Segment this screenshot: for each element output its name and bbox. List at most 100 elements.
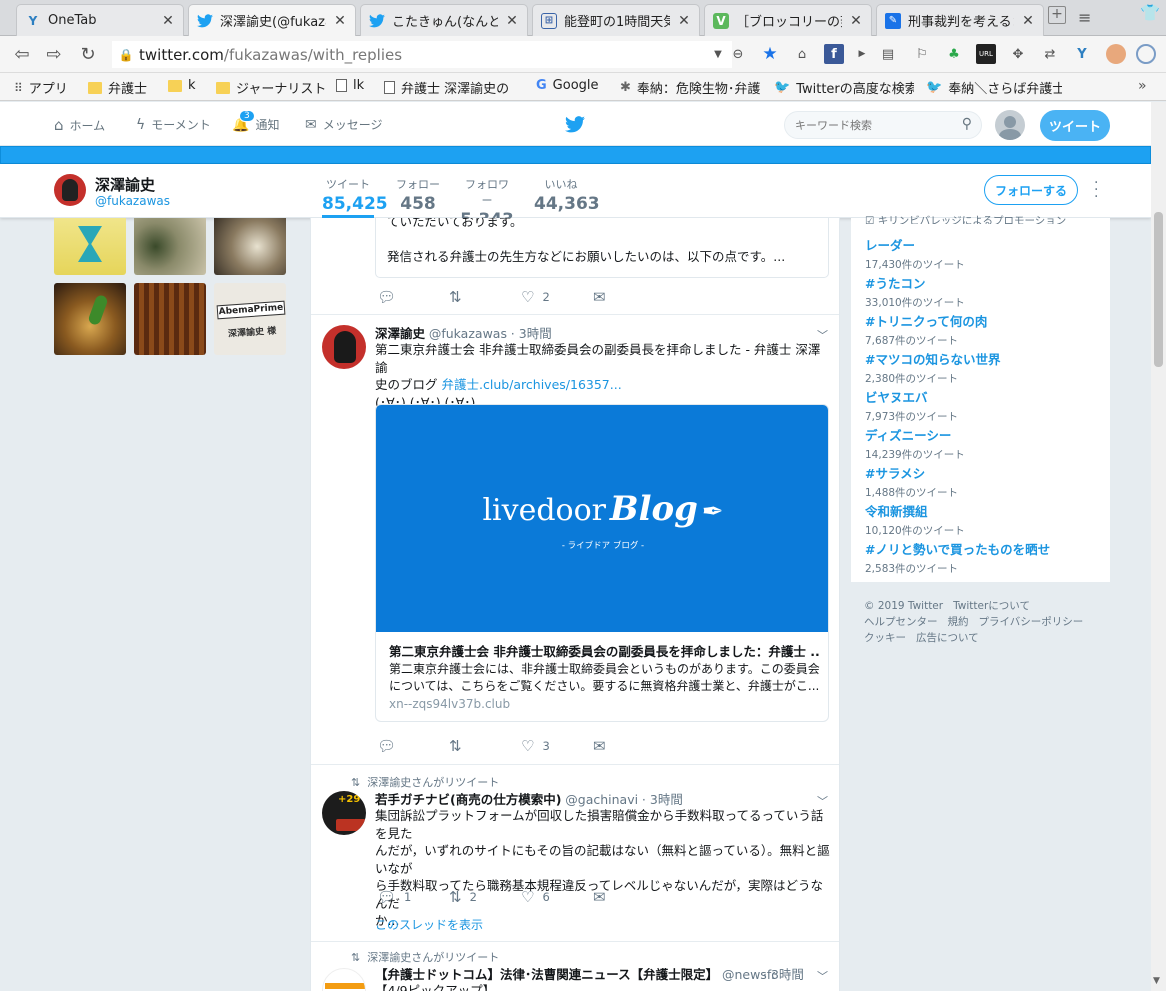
profile-name[interactable]: 深澤諭史 <box>95 174 155 195</box>
close-tab-icon[interactable]: ✕ <box>677 13 691 29</box>
trend-item[interactable]: #サラメシ 1,488件のツイート <box>865 463 958 500</box>
move-icon[interactable]: ✥ <box>1008 44 1028 64</box>
nav-home[interactable]: ⌂ ホーム <box>54 116 105 134</box>
bookmark-goodbye-lawyer[interactable]: 🐦 奉納＼さらば弁護士 <box>926 78 1062 97</box>
extension-icon[interactable]: ▤ <box>878 44 898 64</box>
search-input[interactable] <box>785 112 945 138</box>
nav-notifications[interactable]: 🔔 3 通知 <box>232 109 279 133</box>
footer-link[interactable]: プライバシーポリシー <box>979 616 1084 628</box>
tweet-item[interactable]: 深澤諭史 @fukazawas · 3時間 ﹀ 第二東京弁護士会 非弁護士取締委… <box>311 315 839 765</box>
url-shortener-icon[interactable]: URL <box>976 44 996 64</box>
message-action[interactable]: ✉ <box>593 288 665 306</box>
photo-thumbnail[interactable] <box>134 218 206 275</box>
reply-action[interactable]: 💬︎ <box>377 737 449 755</box>
reply-action[interactable]: 💬︎ 1 <box>377 888 449 906</box>
trend-item[interactable]: ディズニーシー 14,239件のツイート <box>865 425 965 462</box>
bookmark-fukazawa-blog[interactable]: 弁護士 深澤諭史の <box>384 78 520 97</box>
close-tab-icon[interactable]: ✕ <box>505 13 519 29</box>
like-action[interactable]: ♡ 6 <box>521 888 593 906</box>
bookmark-folder-k[interactable]: k <box>168 78 196 93</box>
shuffle-icon[interactable]: ⇄ <box>1040 44 1060 64</box>
tweet-timestamp[interactable]: · 3時間 <box>642 792 683 807</box>
photo-thumbnail[interactable]: AbemaPrime 深澤諭史 様 <box>214 283 286 355</box>
tweet-author-name[interactable]: 深澤諭史 <box>375 326 425 341</box>
footer-link[interactable]: クッキー <box>864 632 906 644</box>
retweet-action[interactable]: ⇅ <box>449 288 521 306</box>
retweet-label[interactable]: 深澤諭史さんがリツイート <box>367 776 499 789</box>
stat-following[interactable]: フォロー 458 <box>396 176 440 214</box>
browser-tab-weather[interactable]: ⊞ 能登町の1時間天気 ✕ <box>532 4 700 36</box>
shirt-icon[interactable]: 👕 <box>1140 3 1160 22</box>
browser-tab-broccoli[interactable]: V ［ブロッコリーの茹で ✕ <box>704 4 872 36</box>
user-avatar[interactable] <box>995 110 1025 140</box>
bookmark-lk[interactable]: lk <box>336 78 364 93</box>
like-action[interactable]: ♡ 2 <box>521 288 593 306</box>
show-thread-link[interactable]: このスレッドを表示 <box>375 916 483 933</box>
search-icon[interactable]: ⚲ <box>962 116 972 132</box>
retweet-label[interactable]: 深澤諭史さんがリツイート <box>367 951 499 964</box>
photo-thumbnail[interactable] <box>54 283 126 355</box>
url-field[interactable]: 🔒 twitter.com/fukazawas/with_replies <box>112 41 732 68</box>
retweet-action[interactable]: ⇅ 2 <box>449 888 521 906</box>
tweet-author-name[interactable]: 【弁護士ドットコム】法律･法曹関連ニュース【弁護士限定】 <box>375 967 718 982</box>
browser-tab-kotakyun[interactable]: こたきゅん(なんとな ✕ <box>360 4 528 36</box>
tweet-card[interactable]: ていただいております。 発信される弁護士の先生方などにお願いしたいのは、以下の点… <box>375 218 829 278</box>
nav-messages[interactable]: ✉ メッセージ <box>305 116 383 133</box>
profile-avatar[interactable] <box>54 174 86 206</box>
trend-item[interactable]: ビヤヌエバ 7,973件のツイート <box>865 387 958 424</box>
close-tab-icon[interactable]: ✕ <box>1021 13 1035 29</box>
trend-item[interactable]: #マツコの知らない世界 2,380件のツイート <box>865 349 1000 386</box>
link-preview-card[interactable]: livedoor Blog ✒ - ライブドア ブログ - 第二東京弁護士会 非… <box>375 404 829 722</box>
bookmark-folder-journalist[interactable]: ジャーナリスト <box>216 78 326 97</box>
footer-link[interactable]: 広告について <box>916 632 979 644</box>
scrollbar-thumb[interactable] <box>1154 212 1163 367</box>
tweet-author-name[interactable]: 若手ガチナビ(商売の仕方模索中) <box>375 792 561 807</box>
bookmark-folder-lawyer[interactable]: 弁護士 <box>88 78 147 97</box>
profile-handle[interactable]: @fukazawas <box>95 194 170 208</box>
tweet-item[interactable]: ⇅ 深澤諭史さんがリツイート 【弁護士ドットコム】法律･法曹関連ニュース【弁護士… <box>311 942 839 991</box>
back-arrow-icon[interactable]: ⇦ <box>10 42 34 66</box>
trend-item[interactable]: #トリニクって何の肉 7,687件のツイート <box>865 311 987 348</box>
follow-button[interactable]: フォローする <box>984 175 1078 205</box>
trend-item[interactable]: #うたコン 33,010件のツイート <box>865 273 965 310</box>
stat-likes[interactable]: いいね 44,363 <box>534 176 600 214</box>
nav-moments[interactable]: ϟ モーメント <box>136 116 211 133</box>
bookmark-google[interactable]: G Google <box>536 78 599 93</box>
search-box[interactable]: ⚲ <box>784 111 982 139</box>
browser-tab-criminal-trial[interactable]: ✎ 刑事裁判を考える： ✕ <box>876 4 1044 36</box>
tweet-button[interactable]: ツイート <box>1040 110 1110 141</box>
stat-tweets[interactable]: ツイート 85,425 <box>322 176 388 218</box>
new-tab-icon[interactable]: + <box>1048 6 1066 24</box>
close-tab-icon[interactable]: ✕ <box>849 13 863 29</box>
trend-item[interactable]: 令和新撰組 10,120件のツイート <box>865 501 965 538</box>
bookmark-star-icon[interactable]: ★ <box>760 44 780 64</box>
bookmark-apps[interactable]: ⠿ アプリ <box>14 78 68 98</box>
close-tab-icon[interactable]: ✕ <box>333 13 347 29</box>
footer-link[interactable]: Twitterについて <box>953 600 1030 612</box>
tweet-author-handle[interactable]: @gachinavi <box>565 792 638 807</box>
tweet-author-handle[interactable]: @fukazawas <box>429 326 507 341</box>
tweet-avatar[interactable] <box>322 968 366 991</box>
more-bookmarks-icon[interactable]: » <box>1138 78 1147 94</box>
bookmark-dangerous-creatures[interactable]: ✱ 奉納：危険生物･弁護 <box>620 78 784 97</box>
reply-action[interactable]: 💬︎ <box>377 288 449 306</box>
chevron-down-icon[interactable]: ﹀ <box>817 968 828 984</box>
message-action[interactable]: ✉ <box>593 888 665 906</box>
browser-tab-twitter-profile[interactable]: 深澤諭史(@fukaza ✕ <box>188 4 356 36</box>
settings-gear-icon[interactable] <box>1136 44 1156 64</box>
photo-thumbnail[interactable] <box>214 218 286 275</box>
scroll-down-icon[interactable]: ▼ <box>1153 976 1160 986</box>
zoom-out-icon[interactable]: ⊖ <box>728 44 748 64</box>
tweet-item[interactable]: ⇅ 深澤諭史さんがリツイート +29 若手ガチナビ(商売の仕方模索中) @gac… <box>311 765 839 942</box>
bookmark-twitter-advanced-search[interactable]: 🐦 Twitterの高度な検索 <box>774 78 914 97</box>
photo-thumbnail[interactable] <box>134 283 206 355</box>
more-options-icon[interactable]: · · · <box>1094 176 1098 204</box>
like-action[interactable]: ♡ 3 <box>521 737 593 755</box>
tweet-avatar[interactable]: +29 <box>322 791 366 835</box>
browser-tab-onetab[interactable]: Y OneTab ✕ <box>16 4 184 36</box>
reload-icon[interactable]: ↻ <box>76 42 100 66</box>
bookmark-icon[interactable]: ⚐ <box>912 44 932 64</box>
tweet-link[interactable]: 弁護士.club/archives/16357... <box>442 377 622 392</box>
play-icon[interactable]: ▶ <box>852 44 872 64</box>
tweet-avatar[interactable] <box>322 325 366 369</box>
